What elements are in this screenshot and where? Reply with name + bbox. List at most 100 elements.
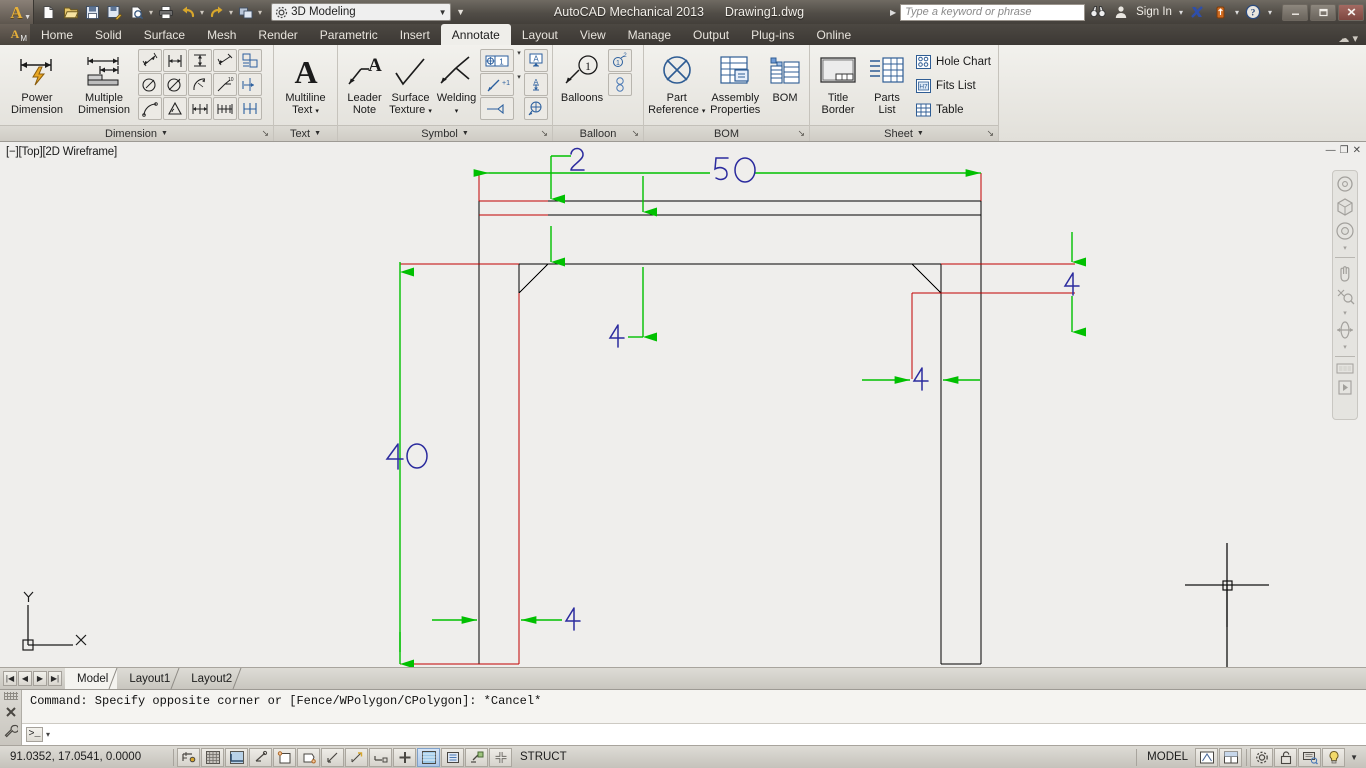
tab-plugins[interactable]: Plug-ins bbox=[740, 24, 805, 45]
grid-display-toggle[interactable] bbox=[225, 747, 248, 767]
sign-in-dropdown-arrow[interactable]: ▾ bbox=[1177, 8, 1185, 17]
symmetric-dimension-button[interactable] bbox=[238, 73, 262, 96]
balloon-dialog-launcher-icon[interactable]: ↘ bbox=[631, 128, 639, 139]
feature-identifier-button[interactable] bbox=[480, 97, 514, 120]
symbol-dialog-launcher-icon[interactable]: ↘ bbox=[540, 128, 548, 139]
user-account-icon[interactable] bbox=[1110, 2, 1131, 22]
orbit-tool-icon[interactable] bbox=[1335, 320, 1355, 340]
model-space-label[interactable]: MODEL bbox=[1140, 751, 1195, 763]
batch-plot-button[interactable] bbox=[235, 2, 256, 22]
pan-hand-icon[interactable] bbox=[1335, 263, 1355, 283]
redo-dropdown-arrow[interactable]: ▾ bbox=[228, 8, 234, 17]
leader-dimension-button[interactable]: 10 bbox=[213, 73, 237, 96]
chevron-down-icon[interactable]: ▾ bbox=[315, 108, 319, 115]
dynamic-input-toggle[interactable] bbox=[393, 747, 416, 767]
balloon-panel-title[interactable]: Balloon ↘ bbox=[553, 125, 643, 141]
annotation-scale-button[interactable] bbox=[1250, 747, 1274, 767]
autodesk-360-button[interactable] bbox=[1210, 2, 1231, 22]
multiline-text-button[interactable]: A Multiline Text ▾ bbox=[281, 48, 331, 118]
osnap-3d-toggle[interactable] bbox=[321, 747, 344, 767]
datum-target-button[interactable] bbox=[524, 97, 548, 120]
collect-balloons-button[interactable] bbox=[608, 73, 632, 96]
next-layout-button[interactable]: ▶ bbox=[33, 671, 47, 686]
dimension-panel-title[interactable]: Dimension ▼ ↘ bbox=[0, 125, 273, 141]
previous-layout-button[interactable]: ◀ bbox=[18, 671, 32, 686]
text-panel-title[interactable]: Text ▼ bbox=[274, 125, 337, 141]
viewcube-icon[interactable] bbox=[1334, 196, 1356, 218]
orbit-dropdown-arrow[interactable]: ▾ bbox=[1343, 343, 1347, 351]
object-snap-toggle[interactable] bbox=[297, 747, 320, 767]
polar-tracking-toggle[interactable] bbox=[273, 747, 296, 767]
chevron-down-icon[interactable]: ▾ bbox=[455, 108, 459, 115]
tab-output[interactable]: Output bbox=[682, 24, 740, 45]
restore-button[interactable] bbox=[1310, 3, 1336, 21]
datum-identifier-button[interactable]: A bbox=[524, 49, 548, 72]
undo-dropdown-arrow[interactable]: ▾ bbox=[199, 8, 205, 17]
save-button[interactable] bbox=[82, 2, 103, 22]
part-reference-button[interactable]: Part Reference ▾ bbox=[648, 48, 706, 118]
angle-dimension-button[interactable] bbox=[213, 49, 237, 72]
chevron-down-icon[interactable]: ▼ bbox=[462, 130, 469, 137]
drawing-canvas[interactable]: [−][Top][2D Wireframe] — ❐ ✕ ▾ ▾ ▾ bbox=[0, 142, 1366, 667]
radius-dimension-button[interactable] bbox=[163, 73, 187, 96]
arc-dimension-button[interactable] bbox=[138, 97, 162, 120]
multiple-dimension-button[interactable]: Multiple Dimension bbox=[71, 48, 137, 116]
save-as-button[interactable] bbox=[104, 2, 125, 22]
feature-control-frame-dropdown-arrow[interactable]: ▾ bbox=[515, 49, 523, 72]
edge-symbol-button[interactable]: +1 bbox=[480, 73, 514, 96]
tab-view[interactable]: View bbox=[569, 24, 617, 45]
hardware-acceleration-button[interactable] bbox=[1298, 747, 1322, 767]
linear-dimension-button[interactable] bbox=[163, 49, 187, 72]
layout-tab-layout1[interactable]: Layout1 bbox=[117, 668, 180, 689]
chevron-down-icon[interactable]: ▼ bbox=[161, 130, 168, 137]
table-button[interactable]: Table bbox=[912, 98, 994, 121]
tab-layout[interactable]: Layout bbox=[511, 24, 569, 45]
ordinate-dimension-button[interactable] bbox=[213, 97, 237, 120]
dimension-dialog-launcher-icon[interactable]: ↘ bbox=[261, 128, 269, 139]
stepped-dimension-button[interactable] bbox=[238, 97, 262, 120]
chain-dimension-button[interactable] bbox=[188, 97, 212, 120]
dynamic-ucs-toggle[interactable] bbox=[369, 747, 392, 767]
orbit-icon[interactable] bbox=[1335, 221, 1355, 241]
selection-cycling-toggle[interactable] bbox=[489, 747, 512, 767]
tab-parametric[interactable]: Parametric bbox=[309, 24, 389, 45]
undo-button[interactable] bbox=[177, 2, 198, 22]
symbol-panel-title[interactable]: Symbol ▼ ↘ bbox=[338, 125, 552, 141]
drag-grip-icon[interactable] bbox=[3, 692, 18, 700]
close-button[interactable] bbox=[1338, 3, 1364, 21]
quick-view-layouts-button[interactable] bbox=[1219, 747, 1243, 767]
command-input-row[interactable]: >_ ▾ bbox=[22, 723, 1366, 745]
minimize-button[interactable] bbox=[1282, 3, 1308, 21]
snap-grid-toggle[interactable] bbox=[201, 747, 224, 767]
arc-length-dimension-button[interactable] bbox=[188, 73, 212, 96]
sign-in-button[interactable]: Sign In bbox=[1133, 6, 1175, 18]
search-input[interactable]: Type a keyword or phrase bbox=[900, 3, 1086, 21]
assembly-properties-button[interactable]: Assembly Properties bbox=[707, 48, 765, 116]
feature-control-frame-button[interactable]: 1 bbox=[480, 49, 514, 72]
welding-symbol-button[interactable]: Welding ▾ bbox=[434, 48, 479, 118]
search-button[interactable] bbox=[1087, 2, 1108, 22]
layout-tab-model[interactable]: Model bbox=[65, 668, 118, 689]
layout-tab-layout2[interactable]: Layout2 bbox=[179, 668, 242, 689]
application-menu-button[interactable]: A ▼ bbox=[0, 0, 34, 24]
coordinate-readout[interactable]: 91.0352, 17.0541, 0.0000 bbox=[0, 751, 170, 763]
lock-toolbars-button[interactable] bbox=[1274, 747, 1298, 767]
zoom-icon[interactable] bbox=[1335, 286, 1355, 306]
tab-render[interactable]: Render bbox=[247, 24, 308, 45]
plot-preview-button[interactable] bbox=[126, 2, 147, 22]
cloud-dropdown-icon[interactable]: ☁ ▾ bbox=[1338, 32, 1358, 45]
workspace-switcher[interactable]: 3D Modeling ▼ bbox=[271, 3, 452, 21]
sheet-panel-title[interactable]: Sheet ▼ ↘ bbox=[810, 125, 998, 141]
model-space-button[interactable] bbox=[1195, 747, 1219, 767]
bom-dialog-launcher-icon[interactable]: ↘ bbox=[797, 128, 805, 139]
diameter-dimension-button[interactable] bbox=[138, 73, 162, 96]
transparency-toggle[interactable] bbox=[441, 747, 464, 767]
open-document-button[interactable] bbox=[60, 2, 81, 22]
crosshair-cursor-overlay[interactable] bbox=[1178, 539, 1278, 631]
struct-label[interactable]: STRUCT bbox=[513, 751, 574, 763]
redo-button[interactable] bbox=[206, 2, 227, 22]
help-button[interactable]: ? bbox=[1243, 2, 1264, 22]
search-expand-arrow[interactable]: ▶ bbox=[888, 8, 898, 17]
balloons-button[interactable]: 1 Balloons bbox=[557, 48, 607, 104]
sheet-dialog-launcher-icon[interactable]: ↘ bbox=[986, 128, 994, 139]
